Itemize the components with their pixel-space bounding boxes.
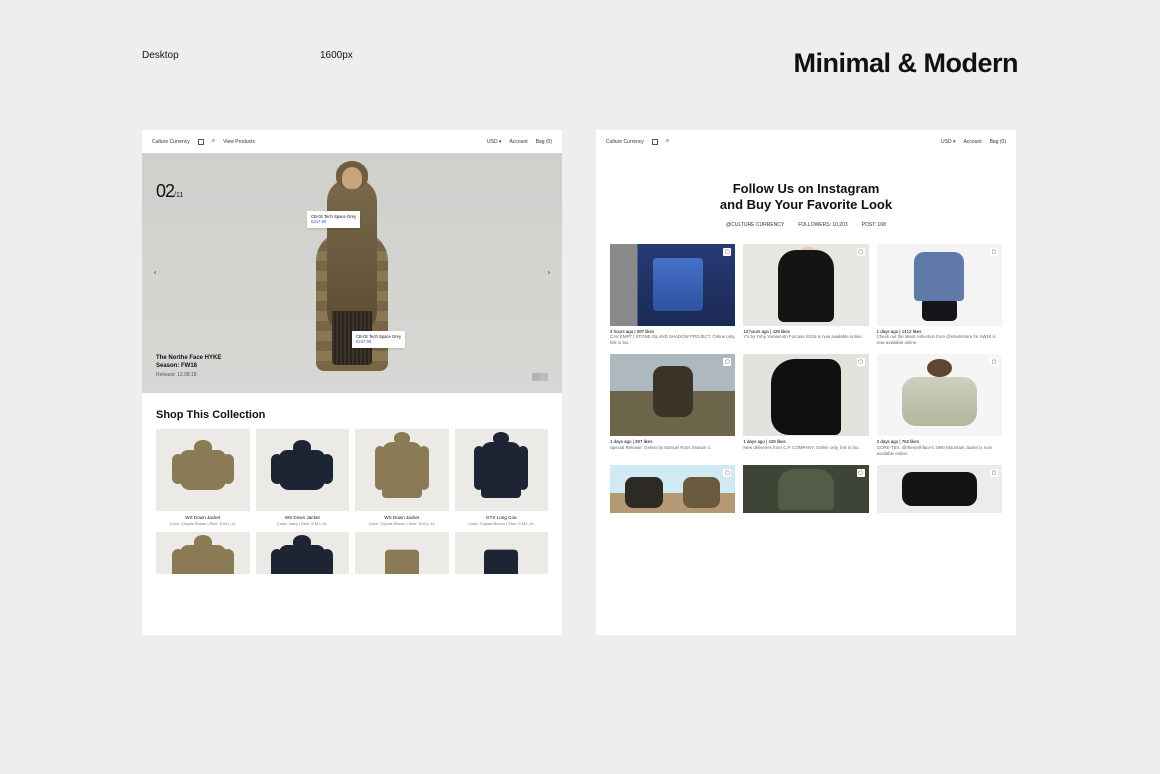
shop-icon[interactable]: ▢ (723, 248, 731, 256)
mockup-homepage: Culture Currency ⌕ View Products USD ▾ A… (142, 130, 562, 635)
meta-device: Desktop (142, 50, 179, 61)
product-hotspot-1[interactable]: CB-02 Tech Space Grey €247.99 (307, 211, 360, 228)
topbar: Culture Currency ⌕ USD ▾ Account Bag (0) (596, 130, 1016, 153)
shop-icon[interactable]: ▢ (723, 358, 731, 366)
ig-posts: POST: 168 (862, 222, 886, 228)
shop-icon[interactable]: ▢ (857, 248, 865, 256)
product-card[interactable]: WS Down JacketColor: Coyote Brown | Size… (355, 429, 449, 526)
search-icon[interactable]: ⌕ (666, 138, 669, 145)
hero-info: The Northe Face HYKE Season: FW18 Releas… (156, 354, 221, 379)
feed-post[interactable]: ▢ 1 days ago | 1412 likesCheck out the l… (877, 244, 1002, 347)
hero-title-1: The Northe Face HYKE (156, 354, 221, 362)
post-time: 2 days ago | 762 likes (877, 439, 919, 444)
currency-selector[interactable]: USD ▾ (941, 139, 955, 145)
post-desc: Y's by Yohji Yamamoto Forcass SS19 is no… (743, 334, 868, 340)
topbar: Culture Currency ⌕ View Products USD ▾ A… (142, 130, 562, 153)
post-time: 4 hours ago | 387 likes (610, 329, 654, 334)
product-card[interactable] (355, 532, 449, 574)
product-card[interactable] (156, 532, 250, 574)
product-card[interactable]: WS Down JacketColor: Navy | Size: S,M,L,… (256, 429, 350, 526)
post-time: 1 days ago | 429 likes (743, 439, 785, 444)
product-card[interactable]: WS Down JacketColor: Coyote Brown | Size… (156, 429, 250, 526)
post-time: 12 hours ago | 429 likes (743, 329, 790, 334)
post-time: 1 days ago | 1412 likes (877, 329, 922, 334)
nav-bag[interactable]: Bag (0) (990, 139, 1006, 145)
nav-account[interactable]: Account (964, 139, 982, 145)
shop-heading: Shop This Collection (142, 393, 562, 429)
post-desc: Special Release: Geleto by Samuel Ross S… (610, 445, 735, 451)
shop-icon[interactable]: ▢ (723, 469, 731, 477)
post-desc: GORE-TEX. @thenorthface's 1990 Mountain … (877, 445, 1002, 457)
shop-icon[interactable]: ▢ (857, 469, 865, 477)
feed-post[interactable]: ▢ 1 days ago | 429 likesNew deliveries f… (743, 354, 868, 457)
ig-followers: FOLLOWERS: 10,203 (798, 222, 847, 228)
feed-post[interactable]: ▢ (610, 465, 735, 513)
shop-icon[interactable]: ▢ (857, 358, 865, 366)
carousel-prev-icon[interactable]: ‹ (154, 270, 156, 277)
hotspot-price: €247.99 (311, 219, 356, 224)
post-desc: Check out the latest collection from @sm… (877, 334, 1002, 346)
counter-current: 02 (156, 181, 174, 201)
feed-post[interactable]: ▢ 1 days ago | 397 likesSpecial Release:… (610, 354, 735, 457)
hotspot-price: €247.99 (356, 339, 401, 344)
ig-title-1: Follow Us on Instagram (733, 181, 880, 196)
brand-logo[interactable]: Culture Currency (606, 139, 644, 145)
product-meta: Color: Coyote Brown | Size: S,M,L,XL (355, 521, 449, 526)
post-time: 1 days ago | 397 likes (610, 439, 652, 444)
ig-title-2: and Buy Your Favorite Look (720, 197, 892, 212)
menu-icon[interactable] (198, 139, 204, 145)
product-meta: Color: Coyote Brown | Size: S,M,L,XL (455, 521, 549, 526)
feed-post[interactable]: ▢ 12 hours ago | 429 likesY's by Yohji Y… (743, 244, 868, 347)
mockup-instagram: Culture Currency ⌕ USD ▾ Account Bag (0)… (596, 130, 1016, 635)
carousel-next-icon[interactable]: › (548, 270, 550, 277)
brand-badge-icon (532, 373, 548, 381)
search-icon[interactable]: ⌕ (212, 138, 215, 145)
shop-icon[interactable]: ▢ (990, 358, 998, 366)
showcase-headline: Minimal & Modern (793, 48, 1018, 79)
feed-post[interactable]: ▢ 2 days ago | 762 likesGORE-TEX. @theno… (877, 354, 1002, 457)
instagram-feed: ▢ 4 hours ago | 387 likesCAV EMPT | STON… (596, 244, 1016, 534)
post-desc: CAV EMPT | STONE ISLAND SHADOW PROJECT. … (610, 334, 735, 346)
product-card[interactable]: GTX Long CoaColor: Coyote Brown | Size: … (455, 429, 549, 526)
ig-handle[interactable]: @CULTURE CURRENCY (726, 222, 784, 228)
meta-width: 1600px (320, 50, 353, 61)
feed-post[interactable]: ▢ 4 hours ago | 387 likesCAV EMPT | STON… (610, 244, 735, 347)
hero-release: Release: 12.08.18 (156, 372, 221, 379)
feed-post[interactable]: ▢ (877, 465, 1002, 513)
feed-post[interactable]: ▢ (743, 465, 868, 513)
nav-bag[interactable]: Bag (0) (536, 139, 552, 145)
product-card[interactable] (455, 532, 549, 574)
hero-carousel: 02/11 ‹ › CB-02 Tech Space Grey €247.99 … (142, 153, 562, 393)
carousel-counter: 02/11 (156, 181, 183, 202)
product-meta: Color: Navy | Size: S,M,L,XL (256, 521, 350, 526)
product-card[interactable] (256, 532, 350, 574)
product-meta: Color: Coyote Brown | Size: S,M,L,XL (156, 521, 250, 526)
nav-account[interactable]: Account (510, 139, 528, 145)
shop-icon[interactable]: ▢ (990, 248, 998, 256)
counter-total: /11 (174, 192, 183, 199)
shop-icon[interactable]: ▢ (990, 469, 998, 477)
post-desc: New deliveries from C.P. COMPANY. Online… (743, 445, 868, 451)
currency-selector[interactable]: USD ▾ (487, 139, 501, 145)
instagram-header: Follow Us on Instagram and Buy Your Favo… (596, 153, 1016, 244)
product-hotspot-2[interactable]: CB-02 Tech Space Grey €247.99 (352, 331, 405, 348)
product-grid: WS Down JacketColor: Coyote Brown | Size… (142, 429, 562, 594)
menu-icon[interactable] (652, 139, 658, 145)
nav-view-products[interactable]: View Products (223, 139, 255, 145)
hero-title-2: Season: FW18 (156, 362, 221, 370)
hero-model-image (292, 161, 412, 393)
brand-logo[interactable]: Culture Currency (152, 139, 190, 145)
